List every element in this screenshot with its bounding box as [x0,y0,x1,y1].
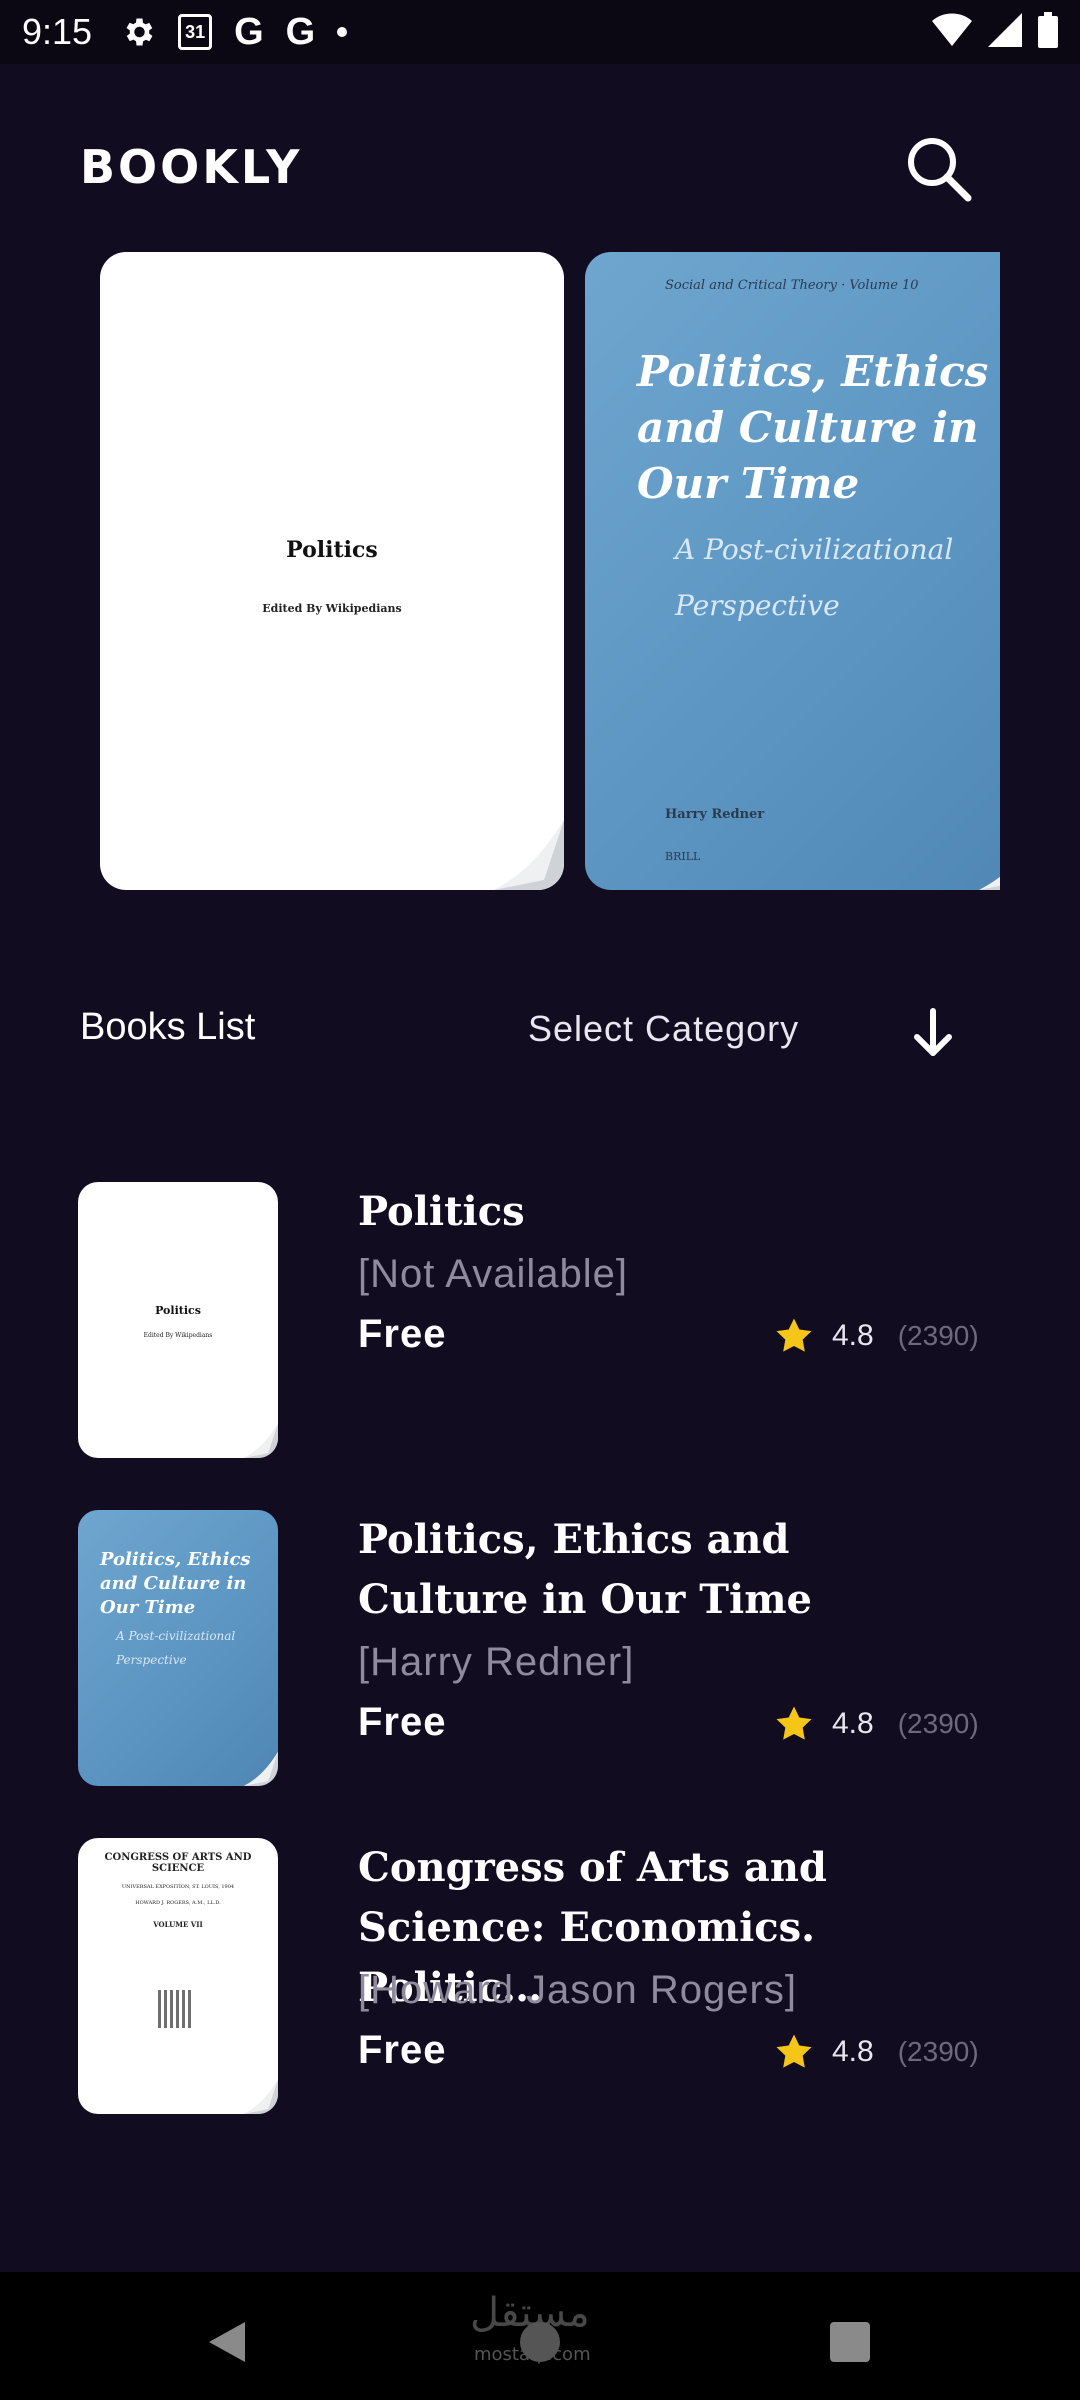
google-icon: G [234,10,264,53]
status-time: 9:15 [22,11,93,52]
page-curl-icon [979,876,1000,890]
book-thumbnail[interactable]: CONGRESS OF ARTS AND SCIENCE UNIVERSAL E… [78,1838,278,2114]
arrow-down-icon [914,1008,952,1056]
watermark: مستقل [470,2290,590,2336]
wifi-icon [932,13,972,47]
carousel-book-card[interactable]: Politics Edited By Wikipedians [100,252,564,890]
cover-publisher: BRILL [665,850,701,863]
notification-dot-icon [337,27,348,37]
status-icons-right [932,12,1058,48]
cover-title: Politics, Ethics and Culture in Our Time [637,347,989,508]
book-price: Free [358,1312,447,1356]
search-icon [908,138,972,202]
book-title[interactable]: Politics, Ethics and Culture in Our Time [358,1510,918,1630]
featured-carousel[interactable]: Politics Edited By Wikipedians Social an… [100,252,1000,892]
calendar-icon: 31 [178,14,213,50]
rating-value: 4.8 [832,2035,874,2068]
rating-count: (2390) [897,1320,979,1351]
signal-icon [988,13,1022,47]
thumb-line: UNIVERSAL EXPOSITION, ST. LOUIS, 1904 [121,1884,235,1890]
system-nav-bar: مستقل mostaql.com [0,2272,1080,2400]
list-item[interactable]: CONGRESS OF ARTS AND SCIENCE UNIVERSAL E… [78,1838,1002,2114]
carousel-book-card[interactable]: Social and Critical Theory · Volume 10 P… [585,252,1000,890]
publisher-mark-icon [158,1990,192,2028]
star-icon [776,2034,812,2068]
battery-icon [1038,12,1058,48]
page-curl-icon [243,1423,278,1458]
settings-icon [120,14,156,50]
book-author: [Harry Redner] [358,1640,635,1684]
book-rating: 4.8 (2390) [774,1316,979,1356]
rating-count: (2390) [897,2036,979,2067]
thumb-title: Politics, Ethics and Culture in Our Time [100,1549,251,1618]
book-title[interactable]: Politics [358,1182,918,1242]
thumb-line: HOWARD J. ROGERS, A.M., LL.D. [135,1900,221,1906]
page-curl-icon [243,1751,278,1786]
recent-apps-button[interactable] [830,2322,870,2362]
rating-value: 4.8 [832,1707,874,1740]
select-category-dropdown[interactable]: Select Category [528,1008,799,1050]
star-icon [776,1706,812,1740]
thumb-line: VOLUME VII [153,1920,203,1929]
list-item[interactable]: Politics Edited By Wikipedians Politics … [78,1182,1002,1458]
thumb-title: Politics [155,1304,201,1317]
star-icon [776,1318,812,1352]
rating-count: (2390) [897,1708,979,1739]
book-thumbnail[interactable]: Politics Edited By Wikipedians [78,1182,278,1458]
cover-subtitle: Edited By Wikipedians [262,602,402,615]
thumb-subtitle: Edited By Wikipedians [143,1332,213,1339]
book-rating: 4.8 (2390) [774,1704,979,1744]
books-list-title: Books List [80,1006,256,1048]
book-rating: 4.8 (2390) [774,2032,979,2072]
rating-value: 4.8 [832,1319,874,1352]
book-price: Free [358,2028,447,2072]
thumb-subtitle: A Post-civilizational Perspective [116,1629,236,1667]
book-author: [Howard Jason Rogers] [358,1968,797,2012]
watermark-subtext: mostaql.com [474,2344,591,2365]
google-icon: G [285,10,316,53]
book-thumbnail[interactable]: Politics, Ethics and Culture in Our Time… [78,1510,278,1786]
book-price: Free [358,1700,447,1744]
thumb-title: CONGRESS OF ARTS AND SCIENCE [104,1852,252,1874]
status-bar: 9:15 31 G G [0,0,1080,64]
cover-title: Politics [286,537,378,563]
category-dropdown-button[interactable] [905,1005,961,1061]
status-icons-left: 31 G G [120,10,348,54]
back-icon[interactable] [205,2320,249,2364]
cover-series: Social and Critical Theory · Volume 10 [665,278,919,293]
cover-subtitle: A Post-civilizational Perspective [675,533,954,622]
list-item[interactable]: Politics, Ethics and Culture in Our Time… [78,1510,1002,1786]
book-author: [Not Available] [358,1252,628,1296]
page-curl-icon [494,820,564,890]
page-curl-icon [243,2079,278,2114]
app-logo: BOOKLY [80,140,303,194]
search-button[interactable] [900,130,976,206]
cover-author: Harry Redner [665,807,765,822]
